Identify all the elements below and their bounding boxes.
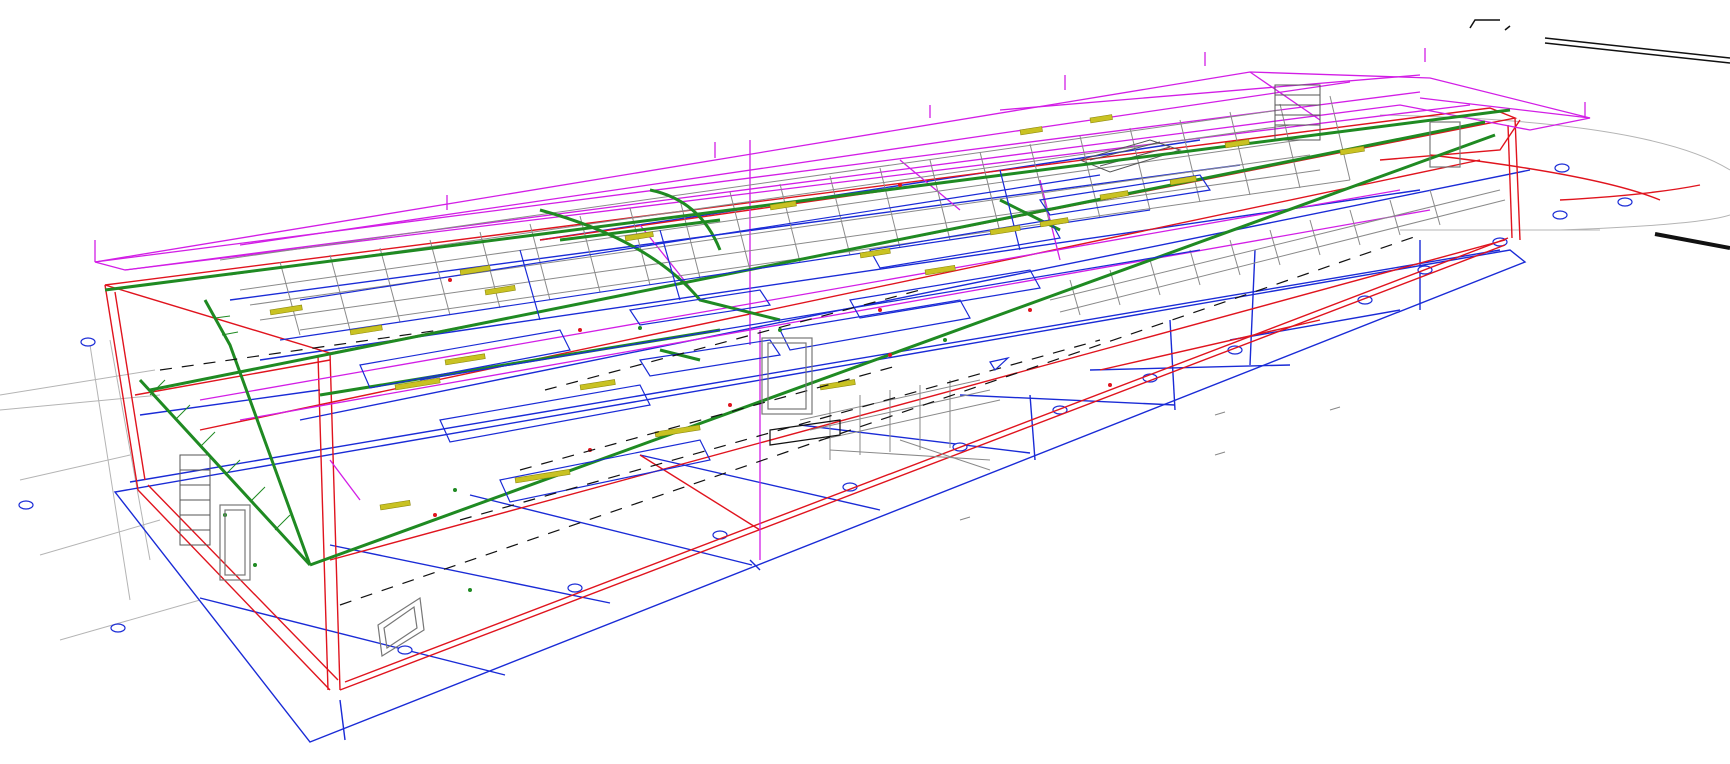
light-fixtures-yellow [269,114,1365,511]
grid-bubble-icon [18,163,1633,655]
leader-line-black [1654,232,1730,250]
building-wireframe-model[interactable] [0,0,1730,764]
devices-red [433,183,1112,517]
openings-gray [219,121,1461,658]
walls-red [104,107,1701,691]
cad-3d-viewport[interactable] [0,0,1730,764]
ceiling-grid-gray [219,95,1506,471]
dimension-ticks [959,406,1341,521]
cable-tray-green-rungs [149,315,291,531]
section-marker-icon [1469,19,1730,64]
